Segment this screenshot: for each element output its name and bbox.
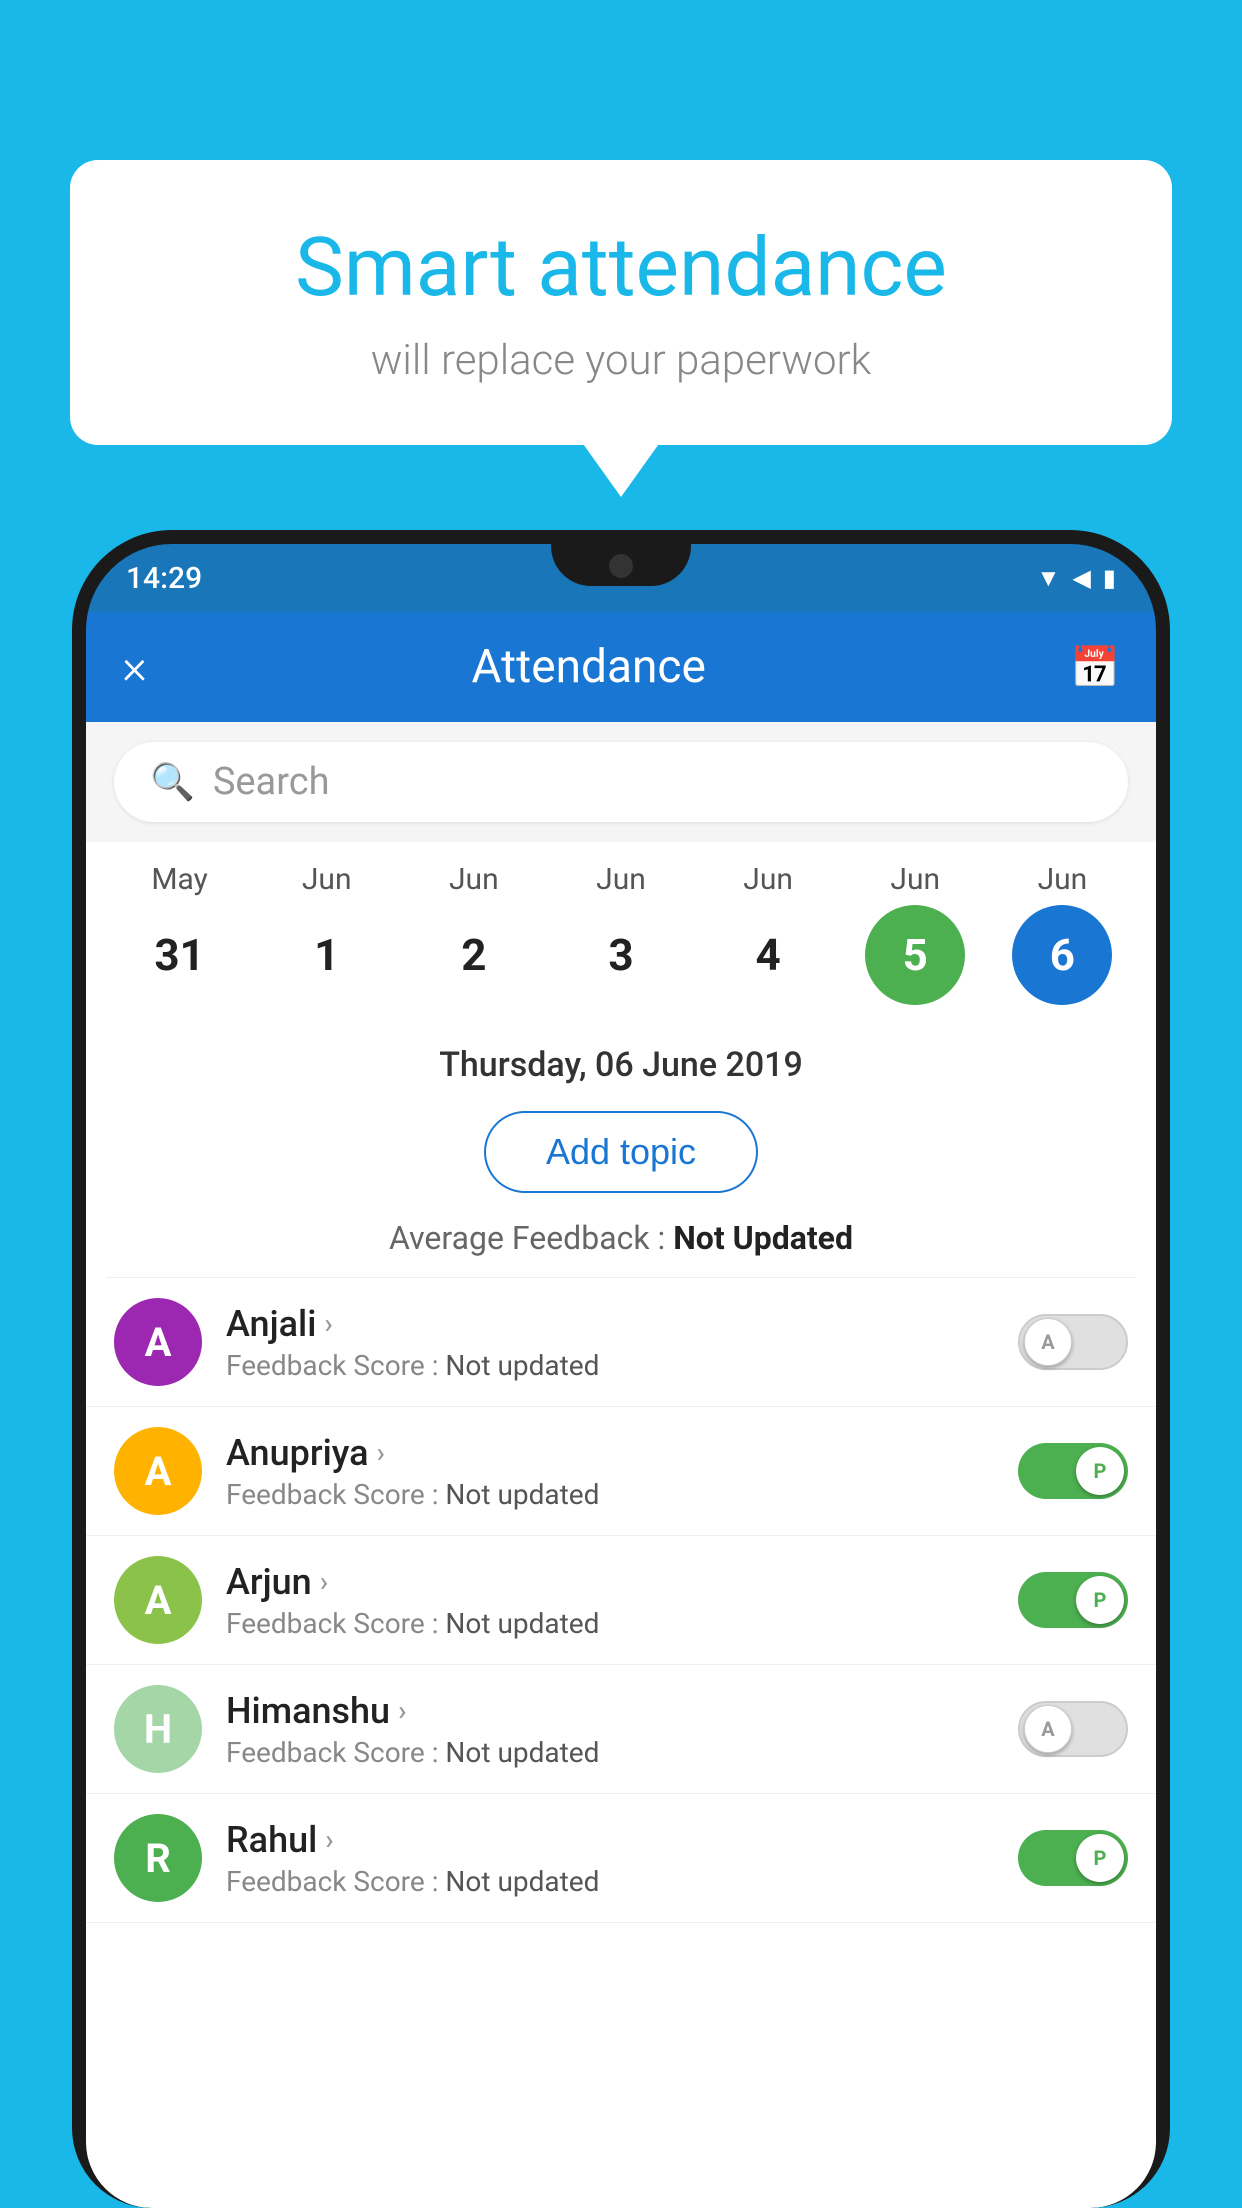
calendar-row: May Jun Jun Jun Jun Jun Jun 31 1 2 3 4 — [86, 842, 1156, 1025]
month-jun-3: Jun — [571, 862, 671, 897]
search-input[interactable]: Search — [213, 760, 330, 804]
avatar: A — [114, 1427, 202, 1515]
status-icons: ▼ ◀ ▮ — [1037, 564, 1116, 593]
student-info-anupriya: Anupriya › Feedback Score : Not updated — [226, 1432, 994, 1511]
add-topic-container: Add topic — [86, 1095, 1156, 1209]
toggle-anjali[interactable]: A — [1018, 1314, 1128, 1370]
app-bar-title: Attendance — [107, 640, 1070, 694]
toggle-rahul[interactable]: P — [1018, 1830, 1128, 1886]
attendance-toggle-rahul[interactable]: P — [1018, 1830, 1128, 1886]
attendance-toggle-himanshu[interactable]: A — [1018, 1701, 1128, 1757]
month-jun-5: Jun — [865, 862, 965, 897]
date-5-today[interactable]: 5 — [865, 905, 965, 1005]
date-2[interactable]: 2 — [424, 905, 524, 1005]
calendar-icon[interactable]: 📅 — [1070, 644, 1120, 691]
attendance-toggle-anjali[interactable]: A — [1018, 1314, 1128, 1370]
speech-bubble: Smart attendance will replace your paper… — [70, 160, 1172, 445]
phone-frame: 14:29 ▼ ◀ ▮ × Attendance 📅 🔍 — [72, 530, 1170, 2208]
month-may: May — [130, 862, 230, 897]
speech-bubble-container: Smart attendance will replace your paper… — [70, 160, 1172, 445]
month-jun-2: Jun — [424, 862, 524, 897]
month-row: May Jun Jun Jun Jun Jun Jun — [86, 862, 1156, 897]
attendance-toggle-arjun[interactable]: P — [1018, 1572, 1128, 1628]
toggle-arjun[interactable]: P — [1018, 1572, 1128, 1628]
student-info-rahul: Rahul › Feedback Score : Not updated — [226, 1819, 994, 1898]
student-feedback-himanshu: Feedback Score : Not updated — [226, 1736, 994, 1769]
table-row: H Himanshu › Feedback Score : Not update… — [86, 1665, 1156, 1794]
chevron-right-icon: › — [325, 1823, 333, 1856]
date-row: 31 1 2 3 4 5 6 — [86, 905, 1156, 1005]
phone-screen: 🔍 Search May Jun Jun Jun Jun Jun Jun — [86, 722, 1156, 2208]
student-info-himanshu: Himanshu › Feedback Score : Not updated — [226, 1690, 994, 1769]
student-feedback-arjun: Feedback Score : Not updated — [226, 1607, 994, 1640]
student-feedback-anjali: Feedback Score : Not updated — [226, 1349, 994, 1382]
date-31[interactable]: 31 — [130, 905, 230, 1005]
date-1[interactable]: 1 — [277, 905, 377, 1005]
toggle-knob-rahul: P — [1076, 1834, 1124, 1882]
student-name-arjun[interactable]: Arjun › — [226, 1561, 994, 1603]
date-4[interactable]: 4 — [718, 905, 818, 1005]
phone-inner: 14:29 ▼ ◀ ▮ × Attendance 📅 🔍 — [86, 544, 1156, 2208]
table-row: A Anupriya › Feedback Score : Not update… — [86, 1407, 1156, 1536]
chevron-right-icon: › — [324, 1307, 332, 1340]
add-topic-button[interactable]: Add topic — [484, 1111, 758, 1193]
student-feedback-rahul: Feedback Score : Not updated — [226, 1865, 994, 1898]
chevron-right-icon: › — [377, 1436, 385, 1469]
avg-feedback-prefix: Average Feedback : — [389, 1219, 673, 1257]
student-name-rahul[interactable]: Rahul › — [226, 1819, 994, 1861]
speech-bubble-subtitle: will replace your paperwork — [150, 336, 1092, 385]
toggle-knob-himanshu: A — [1024, 1705, 1072, 1753]
status-bar: 14:29 ▼ ◀ ▮ — [86, 544, 1156, 612]
month-jun-1: Jun — [277, 862, 377, 897]
date-info: Thursday, 06 June 2019 — [86, 1025, 1156, 1095]
date-3[interactable]: 3 — [571, 905, 671, 1005]
speech-bubble-title: Smart attendance — [150, 220, 1092, 316]
wifi-icon: ▼ — [1037, 564, 1061, 593]
toggle-himanshu[interactable]: A — [1018, 1701, 1128, 1757]
table-row: A Arjun › Feedback Score : Not updated — [86, 1536, 1156, 1665]
avg-feedback-value: Not Updated — [673, 1219, 853, 1257]
date-6-selected[interactable]: 6 — [1012, 905, 1112, 1005]
search-container: 🔍 Search — [86, 722, 1156, 842]
avatar: R — [114, 1814, 202, 1902]
avg-feedback: Average Feedback : Not Updated — [86, 1209, 1156, 1277]
screen-content: 🔍 Search May Jun Jun Jun Jun Jun Jun — [86, 722, 1156, 2208]
avatar: H — [114, 1685, 202, 1773]
student-feedback-anupriya: Feedback Score : Not updated — [226, 1478, 994, 1511]
notch — [551, 544, 691, 586]
status-time: 14:29 — [126, 561, 202, 596]
table-row: A Anjali › Feedback Score : Not updated — [86, 1278, 1156, 1407]
student-list: A Anjali › Feedback Score : Not updated — [86, 1278, 1156, 1923]
toggle-anupriya[interactable]: P — [1018, 1443, 1128, 1499]
student-name-anjali[interactable]: Anjali › — [226, 1303, 994, 1345]
attendance-toggle-anupriya[interactable]: P — [1018, 1443, 1128, 1499]
month-jun-4: Jun — [718, 862, 818, 897]
chevron-right-icon: › — [398, 1694, 406, 1727]
month-jun-6: Jun — [1012, 862, 1112, 897]
student-info-arjun: Arjun › Feedback Score : Not updated — [226, 1561, 994, 1640]
notch-camera — [609, 554, 633, 578]
search-icon: 🔍 — [150, 761, 195, 803]
search-bar[interactable]: 🔍 Search — [114, 742, 1128, 822]
table-row: R Rahul › Feedback Score : Not updated — [86, 1794, 1156, 1923]
signal-icon: ◀ — [1072, 564, 1090, 592]
avatar: A — [114, 1298, 202, 1386]
student-info-anjali: Anjali › Feedback Score : Not updated — [226, 1303, 994, 1382]
app-bar: × Attendance 📅 — [86, 612, 1156, 722]
toggle-knob-anupriya: P — [1076, 1447, 1124, 1495]
toggle-knob-anjali: A — [1024, 1318, 1072, 1366]
avatar: A — [114, 1556, 202, 1644]
battery-icon: ▮ — [1103, 564, 1116, 592]
student-name-himanshu[interactable]: Himanshu › — [226, 1690, 994, 1732]
chevron-right-icon: › — [320, 1565, 328, 1598]
student-name-anupriya[interactable]: Anupriya › — [226, 1432, 994, 1474]
toggle-knob-arjun: P — [1076, 1576, 1124, 1624]
selected-date-label: Thursday, 06 June 2019 — [439, 1045, 803, 1085]
